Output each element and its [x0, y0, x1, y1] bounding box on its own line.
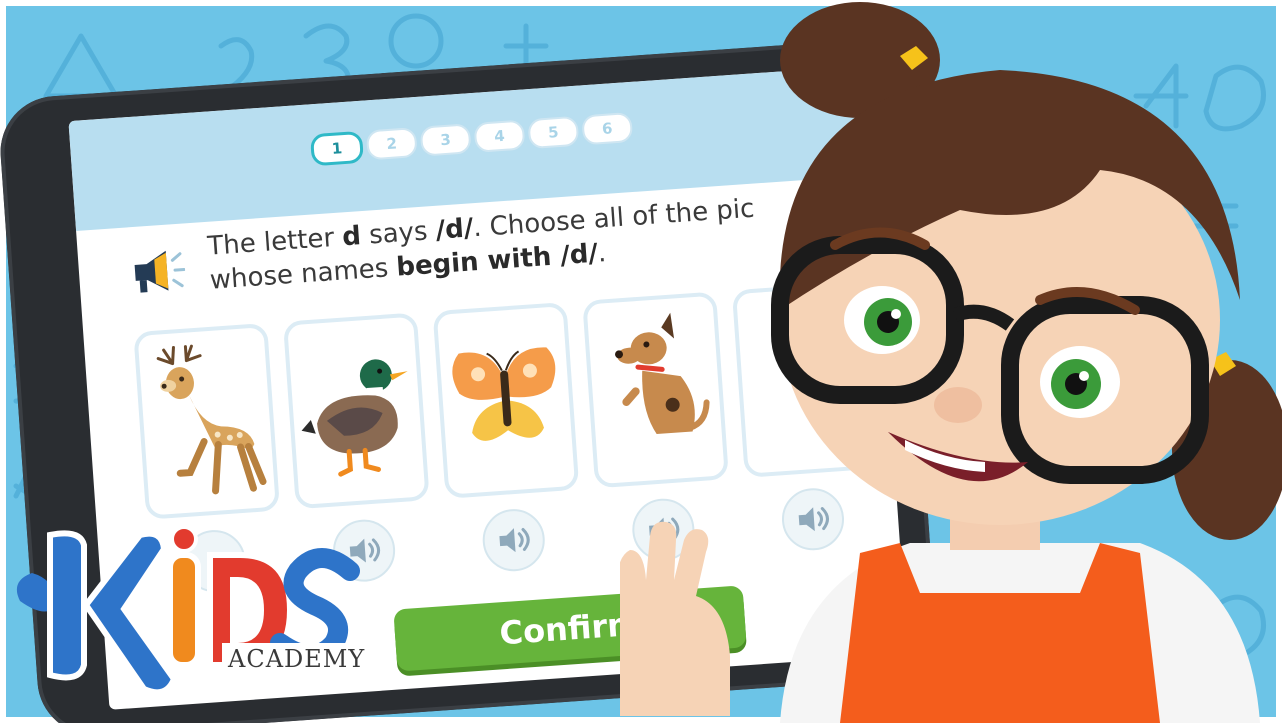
sound-button-3[interactable]: [480, 507, 547, 574]
logo-academy-text: ACADEMY: [222, 643, 384, 675]
progress-steps: 1 2 3 4 5 6: [309, 111, 634, 167]
question-letter: d: [341, 221, 363, 253]
card-butterfly[interactable]: [432, 301, 580, 499]
progress-step-3[interactable]: 3: [419, 123, 472, 157]
question-part2: says: [359, 215, 437, 252]
speaker-icon[interactable]: [127, 244, 186, 300]
question-part5: .: [596, 238, 608, 269]
butterfly-icon: [452, 347, 556, 441]
question-part1: The letter: [206, 222, 344, 262]
progress-step-2[interactable]: 2: [365, 127, 418, 161]
hand: [620, 521, 730, 716]
teacher-character: [620, 2, 1282, 723]
card-deer[interactable]: [133, 322, 281, 520]
question-sound: /d/: [434, 213, 475, 246]
logo-letter-k: K: [10, 515, 11, 516]
deer-icon: [156, 344, 267, 495]
scene: 1 2 3 4 5 6 The letter d says /d/. Choos…: [0, 0, 1282, 723]
sound-icon: [499, 528, 530, 553]
card-duck[interactable]: [282, 312, 430, 510]
progress-step-4[interactable]: 4: [473, 119, 526, 153]
progress-step-1[interactable]: 1: [309, 130, 365, 167]
progress-step-5[interactable]: 5: [527, 115, 580, 150]
duck-icon: [301, 359, 408, 477]
